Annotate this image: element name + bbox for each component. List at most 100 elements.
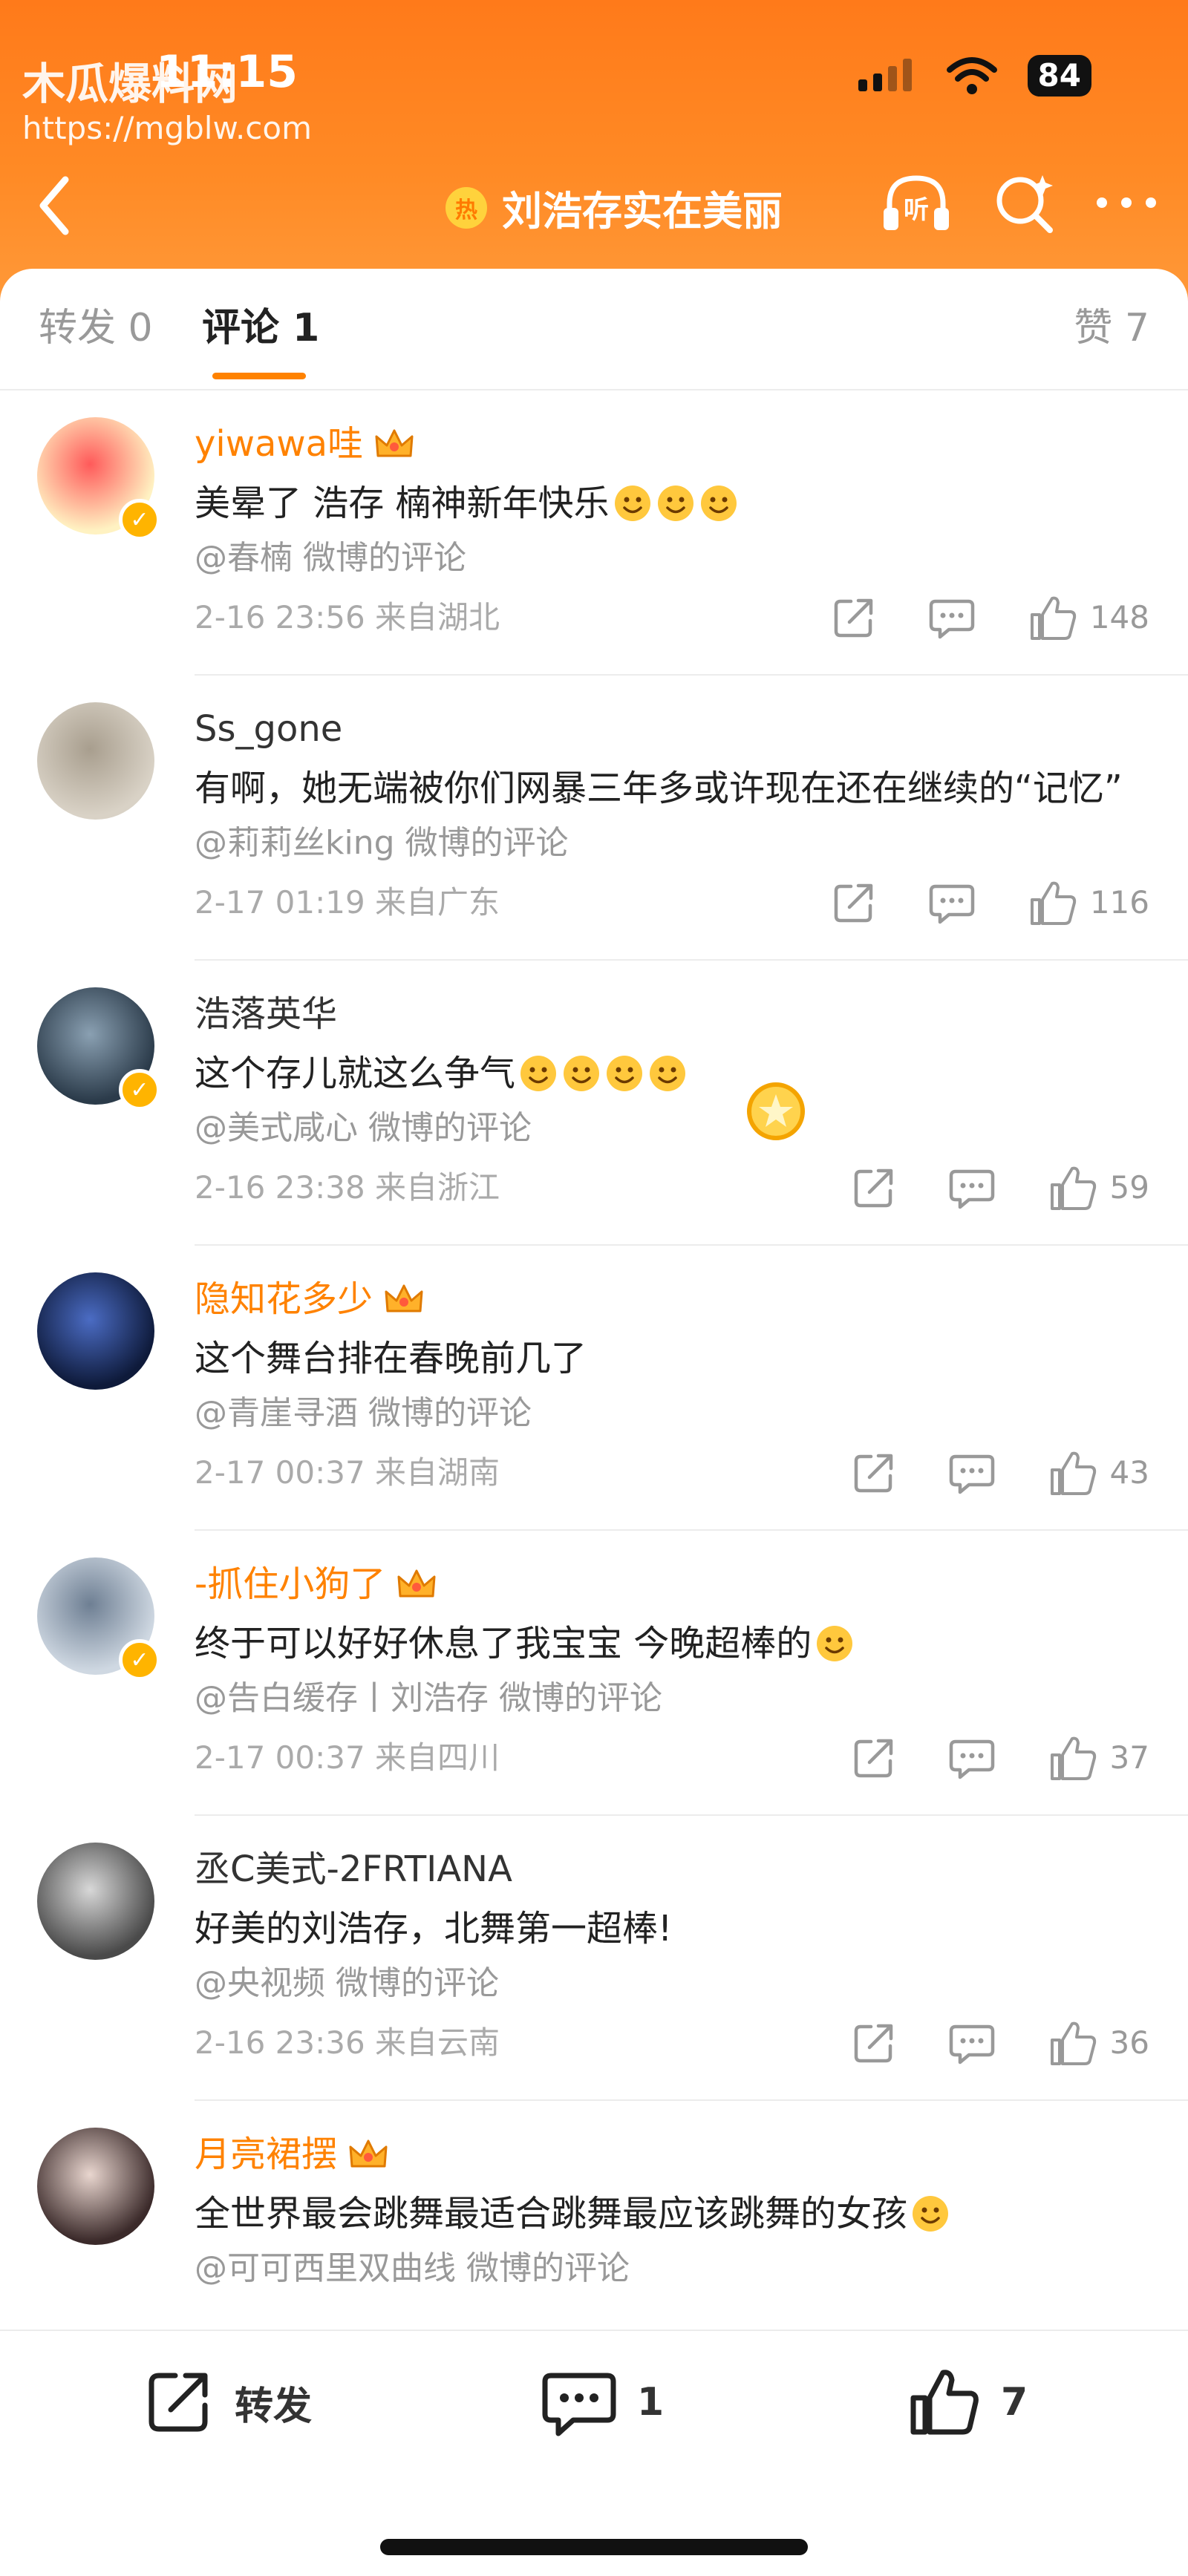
status-icons: 84 xyxy=(857,55,1091,97)
tab-active-indicator xyxy=(212,373,306,379)
comment-source[interactable]: @告白缓存丨刘浩存 微博的评论 xyxy=(195,1676,662,1721)
share-button[interactable] xyxy=(830,879,876,925)
comment-actions: 148 xyxy=(778,592,1149,641)
comment-text-content: 美晕了 浩存 楠神新年快乐 xyxy=(195,483,610,524)
comment-meta: 2-16 23:36 来自云南 xyxy=(195,2024,500,2061)
like-button[interactable]: 116 xyxy=(1028,877,1149,926)
topic-title-text: 刘浩存实在美丽 xyxy=(502,188,783,235)
comment-author-name: Ss_gone xyxy=(195,708,343,750)
vip-crown-icon xyxy=(397,1569,436,1598)
tab-like[interactable]: 赞 7 xyxy=(1074,302,1149,354)
bottom-like-button[interactable]: 7 xyxy=(907,2365,1028,2439)
avatar[interactable] xyxy=(37,1843,154,1960)
like-button[interactable]: 148 xyxy=(1028,592,1149,641)
reply-button[interactable] xyxy=(948,1449,996,1495)
comment-text: 终于可以好好休息了我宝宝 今晚超棒的 xyxy=(195,1620,855,1667)
comment-source[interactable]: @央视频 微博的评论 xyxy=(195,1961,499,2006)
avatar[interactable] xyxy=(37,2128,154,2245)
comment-item[interactable]: 丞C美式-2FRTIANA 好美的刘浩存，北舞第一超棒! @央视频 微博的评论 2-1… xyxy=(0,1816,1188,2101)
comment-author[interactable]: -抓住小狗了 xyxy=(195,1560,437,1608)
comment-author[interactable]: 隐知花多少 xyxy=(195,1275,425,1323)
share-icon xyxy=(854,2024,892,2063)
like-count: 116 xyxy=(1089,883,1149,921)
comment-meta: 2-17 00:37 来自四川 xyxy=(195,1739,500,1776)
comment-author-name: 月亮裙摆 xyxy=(195,2134,338,2175)
emoji-icon xyxy=(700,486,737,521)
more-icon[interactable] xyxy=(1094,192,1158,214)
reply-button[interactable] xyxy=(928,594,976,640)
comment-bubble-icon xyxy=(929,884,975,924)
home-indicator[interactable] xyxy=(380,2539,808,2555)
thumbs-up-icon xyxy=(910,2370,979,2435)
comment-author[interactable]: yiwawa哇 xyxy=(195,420,415,468)
comment-source[interactable]: @美式咸心 微博的评论 xyxy=(195,1106,532,1151)
comment-bubble-icon xyxy=(949,1169,994,1209)
reply-button[interactable] xyxy=(928,879,976,925)
emoji-icon xyxy=(913,2196,949,2232)
like-count: 148 xyxy=(1089,598,1149,635)
reply-button[interactable] xyxy=(948,1164,996,1210)
comment-actions: 59 xyxy=(798,1163,1149,1212)
signal-icon xyxy=(858,59,912,91)
back-arrow-icon[interactable] xyxy=(30,172,82,239)
comment-text: 这个存儿就这么争气 xyxy=(195,1050,688,1097)
share-button[interactable] xyxy=(850,1164,896,1210)
like-count: 59 xyxy=(1109,1168,1149,1206)
comment-bubble-icon xyxy=(949,2024,994,2065)
comment-item[interactable]: ✓ 浩落英华 这个存儿就这么争气 @美式咸心 微博的评论 2-16 23:38 来自浙江… xyxy=(0,961,1188,1246)
comment-author[interactable]: 浩落英华 xyxy=(195,990,337,1038)
like-button[interactable]: 37 xyxy=(1048,1733,1149,1782)
bottom-comment-button[interactable]: 1 xyxy=(541,2365,664,2439)
comment-item[interactable]: Ss_gone 有啊，她无端被你们网暴三年多或许现在还在继续的“记忆” @莉莉丝ki… xyxy=(0,676,1188,961)
verified-badge-icon: ✓ xyxy=(119,1639,160,1681)
like-button[interactable]: 43 xyxy=(1048,1448,1149,1497)
comment-source[interactable]: @青崖寻酒 微博的评论 xyxy=(195,1391,532,1436)
tab-repost[interactable]: 转发 0 xyxy=(39,302,153,354)
comment-bubble-icon xyxy=(949,1739,994,1779)
reply-button[interactable] xyxy=(948,1734,996,1780)
comment-meta: 2-17 00:37 来自湖南 xyxy=(195,1454,500,1491)
bottom-repost-button[interactable]: 转发 xyxy=(141,2365,312,2439)
comment-source[interactable]: @可可西里双曲线 微博的评论 xyxy=(195,2246,630,2291)
watermark-url: https://mgblw.com xyxy=(22,110,312,146)
share-button[interactable] xyxy=(850,2019,896,2065)
comment-item[interactable]: ✓ yiwawa哇 美晕了 浩存 楠神新年快乐 @春楠 微博的评论 2-16 23:56… xyxy=(0,390,1188,676)
listen-label: 听 xyxy=(904,195,929,225)
comment-author[interactable]: Ss_gone xyxy=(195,705,342,753)
avatar[interactable] xyxy=(37,1272,154,1390)
bottom-comment-count: 1 xyxy=(637,2380,665,2425)
comment-source[interactable]: @春楠 微博的评论 xyxy=(195,536,466,581)
comment-bubble-icon xyxy=(949,1454,994,1494)
comment-source[interactable]: @莉莉丝king 微博的评论 xyxy=(195,821,569,866)
tab-comment[interactable]: 评论 1 xyxy=(202,302,319,354)
comment-item[interactable]: ✓ -抓住小狗了终于可以好好休息了我宝宝 今晚超棒的 @告白缓存丨刘浩存 微博的评论… xyxy=(0,1531,1188,1816)
topic-title[interactable]: 热 刘浩存实在美丽 xyxy=(446,178,783,237)
comment-author[interactable]: 月亮裙摆 xyxy=(195,2131,389,2178)
like-button[interactable]: 36 xyxy=(1048,2018,1149,2067)
search-sparkle-icon[interactable] xyxy=(990,169,1057,236)
comment-text: 有啊，她无端被你们网暴三年多或许现在还在继续的“记忆” xyxy=(195,765,1123,812)
comment-item[interactable]: 隐知花多少 这个舞台排在春晚前几了 @青崖寻酒 微博的评论 2-17 00:37 来自… xyxy=(0,1246,1188,1531)
comment-bubble-icon xyxy=(929,599,975,639)
comment-actions: 36 xyxy=(798,2018,1149,2067)
share-button[interactable] xyxy=(830,594,876,640)
comment-text-content: 好美的刘浩存，北舞第一超棒! xyxy=(195,1908,673,1949)
tab-bar: 转发 0 评论 1 赞 7 xyxy=(0,269,1188,390)
reply-button[interactable] xyxy=(948,2019,996,2065)
comment-text: 全世界最会跳舞最适合跳舞最应该跳舞的女孩 xyxy=(195,2190,950,2237)
comment-author[interactable]: 丞C美式-2FRTIANA xyxy=(195,1846,512,1893)
comment-text: 好美的刘浩存，北舞第一超棒! xyxy=(195,1905,672,1952)
like-button[interactable]: 59 xyxy=(1048,1163,1149,1212)
thumbs-up-icon xyxy=(1050,1736,1096,1780)
avatar[interactable] xyxy=(37,702,154,820)
comment-icon xyxy=(542,2373,616,2436)
share-button[interactable] xyxy=(850,1449,896,1495)
share-button[interactable] xyxy=(850,1734,896,1780)
comment-author-name: yiwawa哇 xyxy=(195,423,364,465)
battery-indicator: 84 xyxy=(1027,55,1091,97)
comment-text-content: 全世界最会跳舞最适合跳舞最应该跳舞的女孩 xyxy=(195,2193,908,2235)
repost-icon xyxy=(148,2373,208,2432)
crying-emoji-icon xyxy=(650,1056,686,1091)
listen-headphone-icon[interactable]: 听 xyxy=(879,169,953,236)
comment-author-name: 丞C美式-2FRTIANA xyxy=(195,1848,512,1890)
